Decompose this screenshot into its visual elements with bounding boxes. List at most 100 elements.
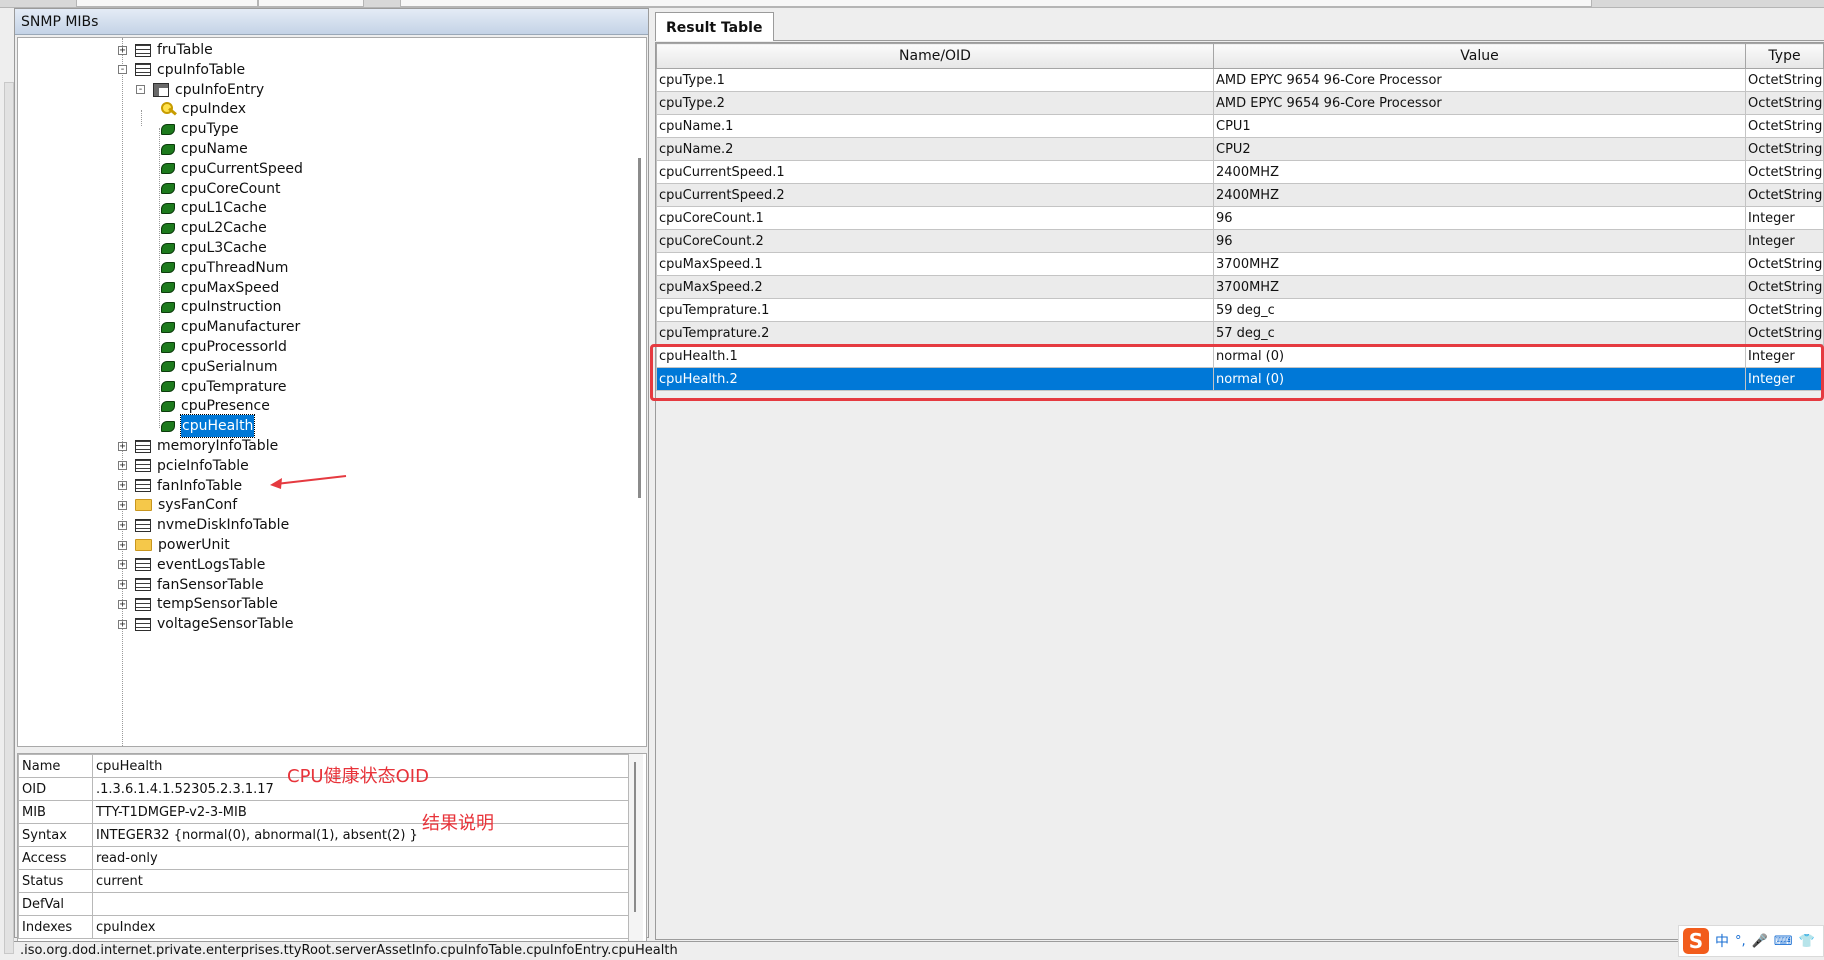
- tree-node-label: cpuPresence: [181, 398, 270, 415]
- folder-icon: [135, 499, 152, 512]
- tree-node[interactable]: + fanInfoTable: [118, 475, 242, 497]
- tree-node[interactable]: + voltageSensorTable: [118, 613, 294, 635]
- tree-node[interactable]: cpuType: [161, 118, 239, 140]
- expand-icon[interactable]: +: [118, 540, 127, 550]
- result-row[interactable]: cpuCurrentSpeed.1 2400MHZ OctetString: [656, 160, 1824, 184]
- tree-node[interactable]: + sysFanConf: [118, 494, 237, 516]
- tree-node[interactable]: + nvmeDiskInfoTable: [118, 514, 289, 536]
- tree-node[interactable]: + tempSensorTable: [118, 593, 278, 615]
- expand-icon[interactable]: +: [118, 441, 127, 451]
- result-row[interactable]: cpuType.2 AMD EPYC 9654 96-Core Processor…: [656, 91, 1824, 115]
- mib-tree[interactable]: + fruTable - cpuInfoTable - cpuInfoEntry cpuIn…: [17, 37, 647, 747]
- tree-node[interactable]: cpuManufacturer: [161, 316, 300, 338]
- leaf-node-icon: [161, 262, 175, 274]
- tree-node[interactable]: cpuCoreCount: [161, 178, 280, 200]
- tree-node[interactable]: cpuHealth: [161, 414, 256, 439]
- tab-result-table[interactable]: Result Table: [655, 12, 774, 41]
- expand-icon[interactable]: +: [118, 45, 127, 55]
- tree-node[interactable]: - cpuInfoTable: [118, 59, 245, 81]
- expand-icon[interactable]: +: [118, 500, 127, 510]
- tree-node[interactable]: cpuThreadNum: [161, 257, 288, 279]
- result-cell-value: 3700MHZ: [1213, 275, 1746, 299]
- result-cell-name: cpuCurrentSpeed.2: [656, 183, 1214, 207]
- result-cell-value: 59 deg_c: [1213, 298, 1746, 322]
- expand-icon[interactable]: +: [118, 599, 127, 609]
- tree-node[interactable]: cpuPresence: [161, 395, 270, 417]
- property-key: Status: [18, 869, 93, 893]
- expand-icon[interactable]: +: [118, 560, 127, 570]
- leaf-node-icon: [161, 301, 175, 313]
- tree-node[interactable]: cpuSerialnum: [161, 356, 277, 378]
- result-row[interactable]: cpuTemprature.1 59 deg_c OctetString: [656, 298, 1824, 322]
- microphone-icon[interactable]: 🎤: [1752, 934, 1768, 949]
- result-cell-name: cpuCurrentSpeed.1: [656, 160, 1214, 184]
- expand-icon[interactable]: +: [118, 580, 127, 590]
- tree-node[interactable]: + fanSensorTable: [118, 574, 264, 596]
- tree-node-label: cpuL3Cache: [181, 240, 267, 256]
- collapse-icon[interactable]: -: [118, 65, 127, 75]
- tree-node[interactable]: + eventLogsTable: [118, 554, 265, 576]
- tree-node[interactable]: cpuName: [161, 138, 248, 160]
- tree-node[interactable]: cpuL3Cache: [161, 237, 267, 259]
- shirt-icon[interactable]: 👕: [1799, 934, 1815, 949]
- result-row[interactable]: cpuCoreCount.2 96 Integer: [656, 229, 1824, 253]
- column-header-name-oid[interactable]: Name/OID: [656, 43, 1214, 69]
- toolbar-field[interactable]: [258, 0, 364, 7]
- table-icon: [135, 63, 151, 77]
- tree-node[interactable]: cpuTemprature: [161, 376, 287, 398]
- ime-toolbar[interactable]: S 中 °, 🎤 ⌨ 👕: [1678, 925, 1824, 957]
- property-key: DefVal: [18, 892, 93, 916]
- tree-node-label: powerUnit: [158, 537, 230, 553]
- panel-title: SNMP MIBs: [15, 9, 648, 35]
- punctuation-icon[interactable]: °,: [1735, 934, 1746, 949]
- result-row[interactable]: cpuCoreCount.1 96 Integer: [656, 206, 1824, 230]
- syntax-annotation: 结果说明: [422, 813, 494, 834]
- tree-node-label: tempSensorTable: [157, 596, 278, 613]
- tree-node[interactable]: cpuIndex: [161, 98, 246, 120]
- expand-icon[interactable]: +: [118, 481, 127, 491]
- keyboard-icon[interactable]: ⌨: [1774, 934, 1793, 949]
- result-row[interactable]: cpuName.2 CPU2 OctetString: [656, 137, 1824, 161]
- column-header-type[interactable]: Type: [1745, 43, 1824, 69]
- result-row[interactable]: cpuName.1 CPU1 OctetString: [656, 114, 1824, 138]
- tree-node[interactable]: cpuInstruction: [161, 296, 281, 318]
- tree-node[interactable]: cpuL1Cache: [161, 197, 267, 219]
- ime-logo-icon[interactable]: S: [1683, 928, 1709, 954]
- result-cell-name: cpuName.1: [656, 114, 1214, 138]
- tree-node-label: cpuIndex: [182, 101, 246, 118]
- result-cell-type: OctetString: [1745, 183, 1824, 207]
- tree-node-label: eventLogsTable: [157, 556, 266, 573]
- tree-node-label: cpuInfoTable: [157, 61, 246, 78]
- result-panel: Result Table Name/OID Value Type cpuType…: [652, 8, 1824, 940]
- result-row[interactable]: cpuMaxSpeed.2 3700MHZ OctetString: [656, 275, 1824, 299]
- tree-node[interactable]: + memoryInfoTable: [118, 435, 278, 457]
- tree-node[interactable]: cpuProcessorId: [161, 336, 287, 358]
- toolbar-field[interactable]: [400, 0, 1592, 7]
- left-edge-scrollbar[interactable]: [4, 82, 14, 954]
- tree-node[interactable]: cpuL2Cache: [161, 217, 267, 239]
- result-row[interactable]: cpuMaxSpeed.1 3700MHZ OctetString: [656, 252, 1824, 276]
- table-icon: [135, 43, 151, 57]
- tree-node[interactable]: + pcieInfoTable: [118, 455, 249, 477]
- expand-icon[interactable]: +: [118, 520, 127, 530]
- expand-icon[interactable]: +: [118, 461, 127, 471]
- tree-node[interactable]: - cpuInfoEntry: [136, 79, 264, 101]
- expand-icon[interactable]: +: [118, 619, 127, 629]
- column-header-value[interactable]: Value: [1213, 43, 1746, 69]
- result-row[interactable]: cpuTemprature.2 57 deg_c OctetString: [656, 321, 1824, 345]
- tree-scrollbar[interactable]: [638, 158, 641, 498]
- tree-node[interactable]: cpuCurrentSpeed: [161, 158, 303, 180]
- result-row[interactable]: cpuType.1 AMD EPYC 9654 96-Core Processor…: [656, 68, 1824, 92]
- property-key: MIB: [18, 800, 93, 824]
- ime-language[interactable]: 中: [1715, 931, 1729, 951]
- tree-node[interactable]: + fruTable: [118, 39, 213, 61]
- collapse-icon[interactable]: -: [136, 85, 145, 95]
- tree-node[interactable]: + powerUnit: [118, 534, 230, 556]
- result-row[interactable]: cpuCurrentSpeed.2 2400MHZ OctetString: [656, 183, 1824, 207]
- properties-scrollbar[interactable]: [628, 754, 643, 946]
- tree-node[interactable]: cpuMaxSpeed: [161, 277, 279, 299]
- property-value: current: [92, 869, 630, 893]
- property-key: Indexes: [18, 915, 93, 939]
- property-row: Access read-only: [18, 846, 630, 870]
- toolbar-field[interactable]: [76, 0, 258, 7]
